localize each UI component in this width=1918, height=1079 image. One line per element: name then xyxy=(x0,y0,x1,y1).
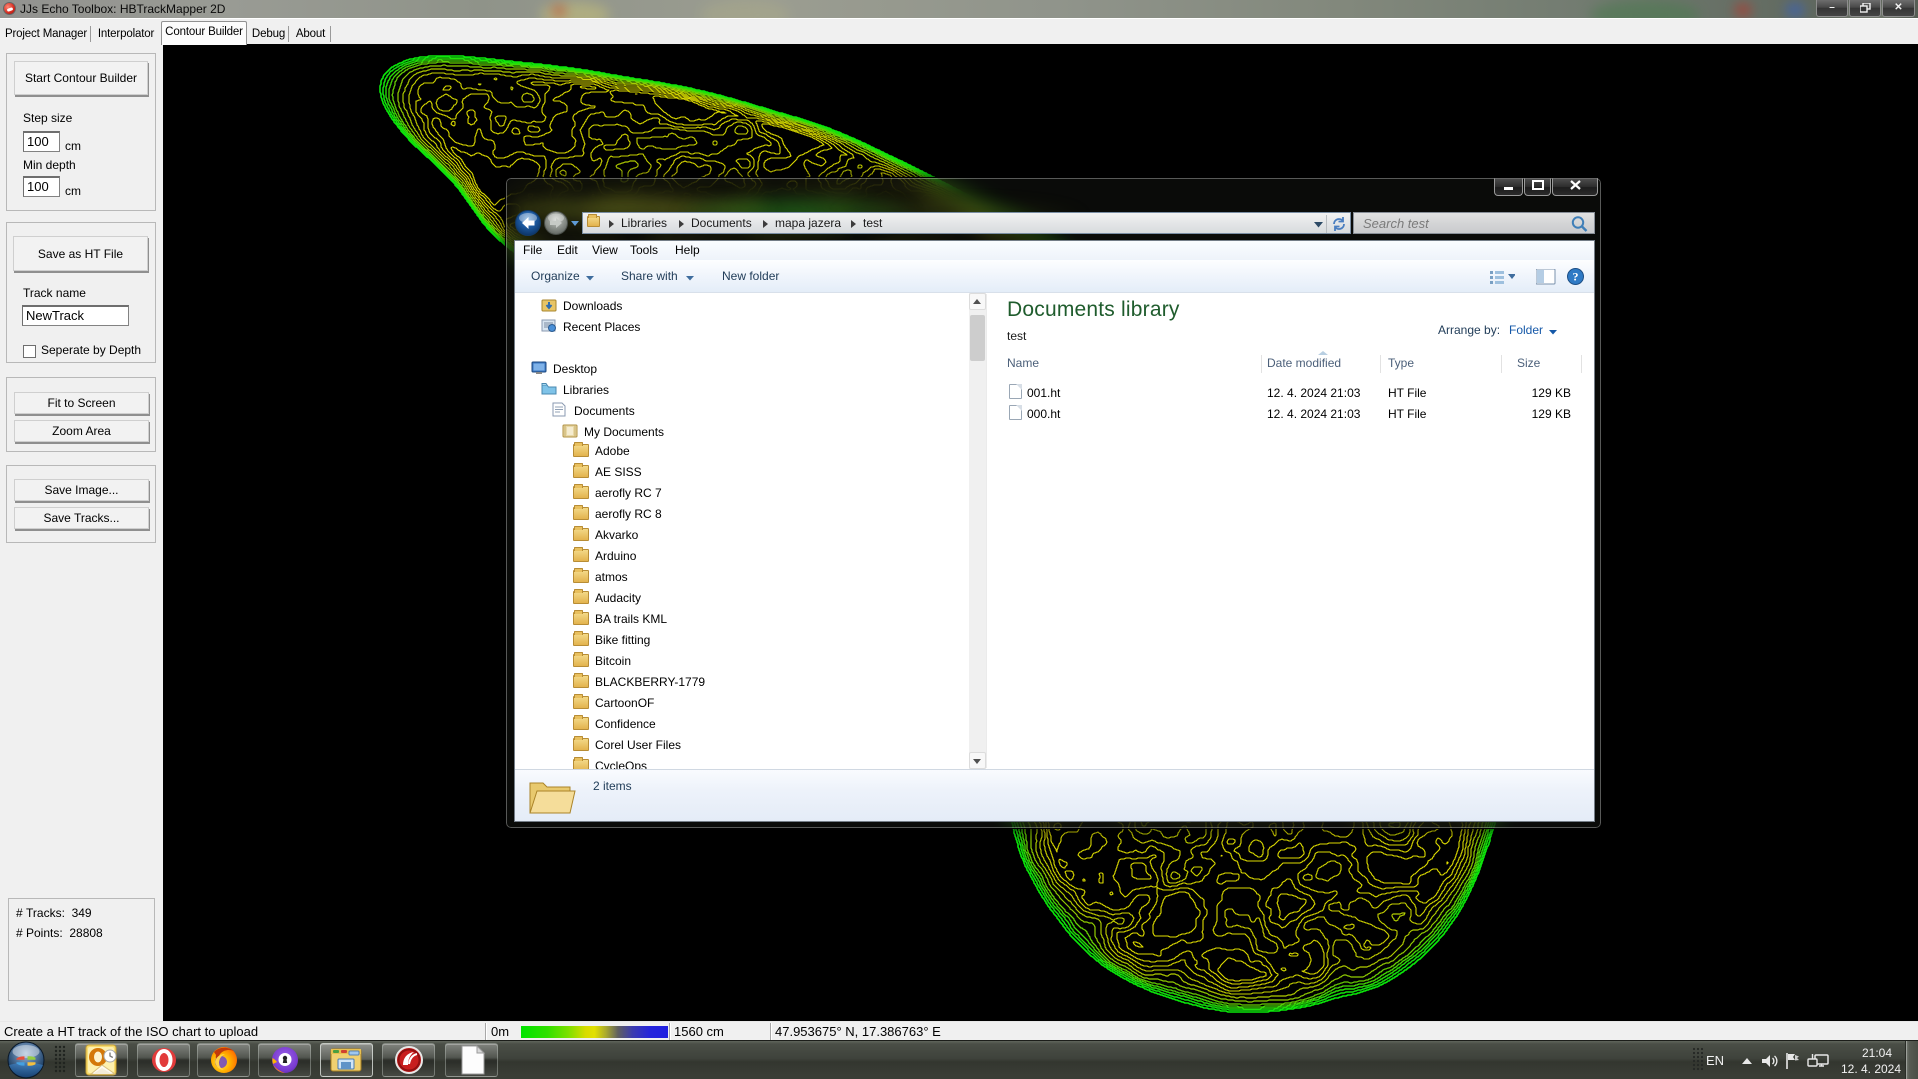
svg-text:?: ? xyxy=(1573,270,1579,284)
